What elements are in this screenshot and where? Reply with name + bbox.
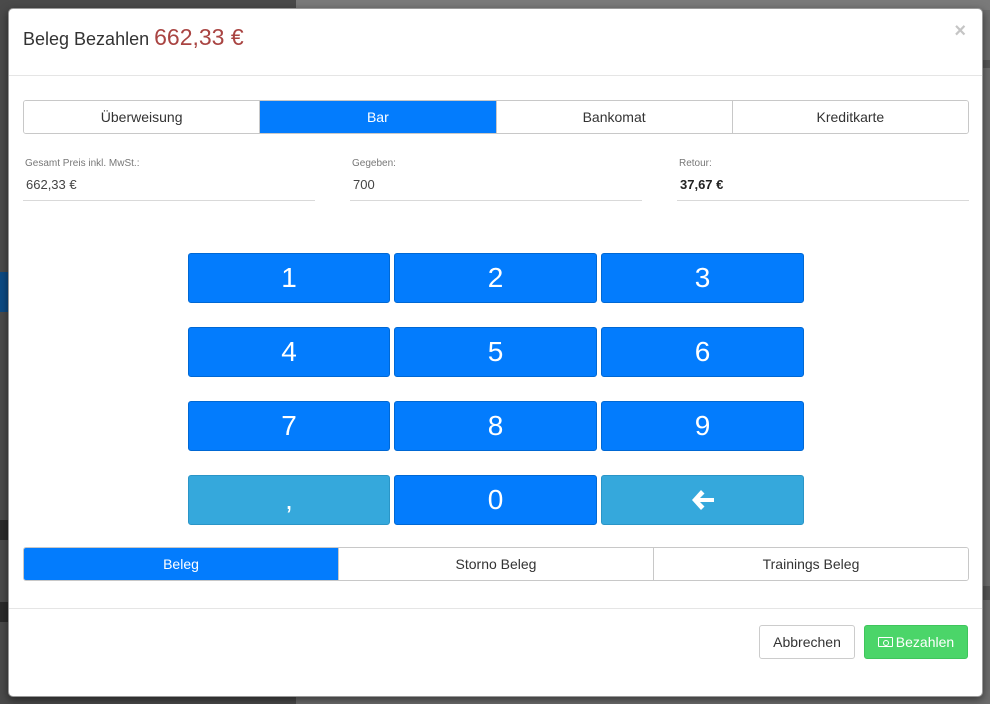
- modal-title-text: Beleg Bezahlen: [23, 29, 150, 49]
- given-label: Gegeben:: [352, 158, 396, 169]
- key-9[interactable]: 9: [601, 401, 804, 451]
- given-input[interactable]: 700: [350, 177, 642, 201]
- arrow-left-icon: [691, 490, 714, 510]
- background-edge: [982, 586, 990, 600]
- given-field: Gegeben: 700: [350, 158, 642, 201]
- key-backspace[interactable]: [601, 475, 804, 525]
- cancel-button[interactable]: Abbrechen: [759, 625, 855, 659]
- total-field: Gesamt Preis inkl. MwSt.: 662,33 €: [23, 158, 315, 201]
- key-0[interactable]: 0: [394, 475, 597, 525]
- payment-modal: Beleg Bezahlen 662,33 € × Überweisung Ba…: [8, 8, 983, 697]
- tab-beleg[interactable]: Beleg: [24, 548, 339, 580]
- key-4[interactable]: 4: [188, 327, 390, 377]
- total-label: Gesamt Preis inkl. MwSt.:: [25, 158, 140, 169]
- pay-button[interactable]: Bezahlen: [864, 625, 968, 659]
- modal-title: Beleg Bezahlen 662,33 €: [23, 23, 968, 53]
- key-8[interactable]: 8: [394, 401, 597, 451]
- tab-ueberweisung[interactable]: Überweisung: [24, 101, 261, 133]
- background-stripe: [0, 602, 8, 622]
- key-3[interactable]: 3: [601, 253, 804, 303]
- background-active-item: [0, 272, 8, 312]
- amount-fields: Gesamt Preis inkl. MwSt.: 662,33 € Gegeb…: [23, 158, 969, 201]
- receipt-type-tabs: Beleg Storno Beleg Trainings Beleg: [23, 547, 969, 581]
- tab-bar[interactable]: Bar: [260, 101, 497, 133]
- background-edge: [982, 60, 990, 68]
- key-1[interactable]: 1: [188, 253, 390, 303]
- key-2[interactable]: 2: [394, 253, 597, 303]
- key-5[interactable]: 5: [394, 327, 597, 377]
- tab-bankomat[interactable]: Bankomat: [496, 101, 733, 133]
- tab-kreditkarte[interactable]: Kreditkarte: [732, 101, 968, 133]
- background-stripe: [0, 520, 8, 540]
- pay-button-label: Bezahlen: [895, 634, 955, 650]
- key-6[interactable]: 6: [601, 327, 804, 377]
- money-icon: [877, 637, 893, 647]
- tab-storno-beleg[interactable]: Storno Beleg: [339, 548, 654, 580]
- modal-header: Beleg Bezahlen 662,33 € ×: [9, 9, 982, 76]
- key-7[interactable]: 7: [188, 401, 390, 451]
- modal-body: Überweisung Bar Bankomat Kreditkarte Ges…: [9, 76, 982, 581]
- modal-footer: Abbrechen Bezahlen: [9, 608, 982, 696]
- numeric-keypad: 1 2 3 4 5 6 7 8 9 , 0: [188, 253, 804, 525]
- change-label: Retour:: [679, 158, 712, 169]
- change-value: 37,67 €: [677, 177, 969, 201]
- close-button[interactable]: ×: [954, 21, 966, 41]
- total-value: 662,33 €: [23, 177, 315, 201]
- key-comma[interactable]: ,: [188, 475, 390, 525]
- change-field: Retour: 37,67 €: [677, 158, 969, 201]
- modal-title-amount: 662,33 €: [154, 24, 244, 50]
- payment-method-tabs: Überweisung Bar Bankomat Kreditkarte: [23, 100, 969, 134]
- tab-trainings-beleg[interactable]: Trainings Beleg: [654, 548, 968, 580]
